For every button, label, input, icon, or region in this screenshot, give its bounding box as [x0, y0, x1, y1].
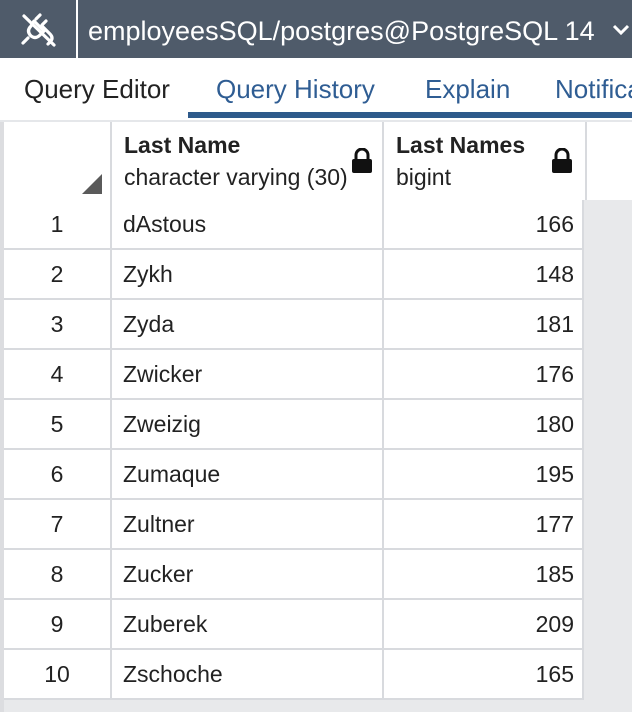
chevron-down-icon[interactable]: [612, 24, 630, 36]
count-cell[interactable]: 180: [384, 400, 584, 450]
last-name-cell[interactable]: Zykh: [112, 250, 384, 300]
row-number[interactable]: 9: [4, 600, 112, 650]
table-row[interactable]: 3 Zyda 181: [4, 300, 584, 350]
row-number[interactable]: 5: [4, 400, 112, 450]
table-row[interactable]: 8 Zucker 185: [4, 550, 584, 600]
table-row[interactable]: 6 Zumaque 195: [4, 450, 584, 500]
column-type: bigint: [396, 164, 451, 190]
row-number[interactable]: 10: [4, 650, 112, 700]
table-row[interactable]: 9 Zuberek 209: [4, 600, 584, 650]
connection-title[interactable]: employeesSQL/postgres@PostgreSQL 14: [88, 0, 595, 58]
count-cell[interactable]: 185: [384, 550, 584, 600]
last-name-cell[interactable]: Zultner: [112, 500, 384, 550]
results-grid: Last Name character varying (30) Last Na…: [0, 122, 632, 712]
table-row[interactable]: 7 Zultner 177: [4, 500, 584, 550]
count-cell[interactable]: 181: [384, 300, 584, 350]
column-name: Last Name: [124, 132, 241, 158]
count-cell[interactable]: 165: [384, 650, 584, 700]
tab-explain[interactable]: Explain: [425, 58, 510, 120]
tab-query-history[interactable]: Query History: [216, 58, 375, 120]
lock-icon: [552, 148, 572, 173]
select-all-corner[interactable]: [4, 122, 112, 200]
last-name-cell[interactable]: Zweizig: [112, 400, 384, 450]
count-cell[interactable]: 148: [384, 250, 584, 300]
corner-triangle-icon: [82, 174, 102, 194]
last-name-cell[interactable]: Zucker: [112, 550, 384, 600]
last-name-cell[interactable]: Zyda: [112, 300, 384, 350]
row-number[interactable]: 6: [4, 450, 112, 500]
last-name-cell[interactable]: Zwicker: [112, 350, 384, 400]
column-type: character varying (30): [124, 164, 348, 190]
plug-disconnected-icon: [21, 13, 56, 47]
grid-body: 1 dAstous 166 2 Zykh 148 3 Zyda 181 4 Zw…: [4, 200, 584, 700]
table-row[interactable]: 4 Zwicker 176: [4, 350, 584, 400]
connection-status-button[interactable]: [0, 0, 78, 58]
count-cell[interactable]: 195: [384, 450, 584, 500]
row-number[interactable]: 7: [4, 500, 112, 550]
count-cell[interactable]: 209: [384, 600, 584, 650]
row-number[interactable]: 4: [4, 350, 112, 400]
table-row[interactable]: 1 dAstous 166: [4, 200, 584, 250]
last-name-cell[interactable]: Zuberek: [112, 600, 384, 650]
tab-notifications[interactable]: Notifications: [555, 58, 632, 120]
tab-indicator: [188, 112, 632, 118]
table-row[interactable]: 10 Zschoche 165: [4, 650, 584, 700]
editor-tabs: Query Editor Query History Explain Notif…: [0, 58, 632, 122]
connection-bar: employeesSQL/postgres@PostgreSQL 14: [0, 0, 632, 58]
last-name-cell[interactable]: Zschoche: [112, 650, 384, 700]
lock-icon: [352, 148, 372, 173]
header-filler: [587, 122, 632, 200]
column-name: Last Names: [396, 132, 526, 158]
table-row[interactable]: 5 Zweizig 180: [4, 400, 584, 450]
last-name-cell[interactable]: Zumaque: [112, 450, 384, 500]
row-number[interactable]: 3: [4, 300, 112, 350]
row-number[interactable]: 8: [4, 550, 112, 600]
count-cell[interactable]: 176: [384, 350, 584, 400]
grid-header: Last Name character varying (30) Last Na…: [4, 122, 632, 200]
count-cell[interactable]: 177: [384, 500, 584, 550]
column-header-last-names[interactable]: Last Names bigint: [384, 122, 587, 200]
table-row[interactable]: 2 Zykh 148: [4, 250, 584, 300]
row-number[interactable]: 1: [4, 200, 112, 250]
column-header-last-name[interactable]: Last Name character varying (30): [112, 122, 384, 200]
row-number[interactable]: 2: [4, 250, 112, 300]
count-cell[interactable]: 166: [384, 200, 584, 250]
last-name-cell[interactable]: dAstous: [112, 200, 384, 250]
tab-query-editor[interactable]: Query Editor: [24, 58, 170, 120]
